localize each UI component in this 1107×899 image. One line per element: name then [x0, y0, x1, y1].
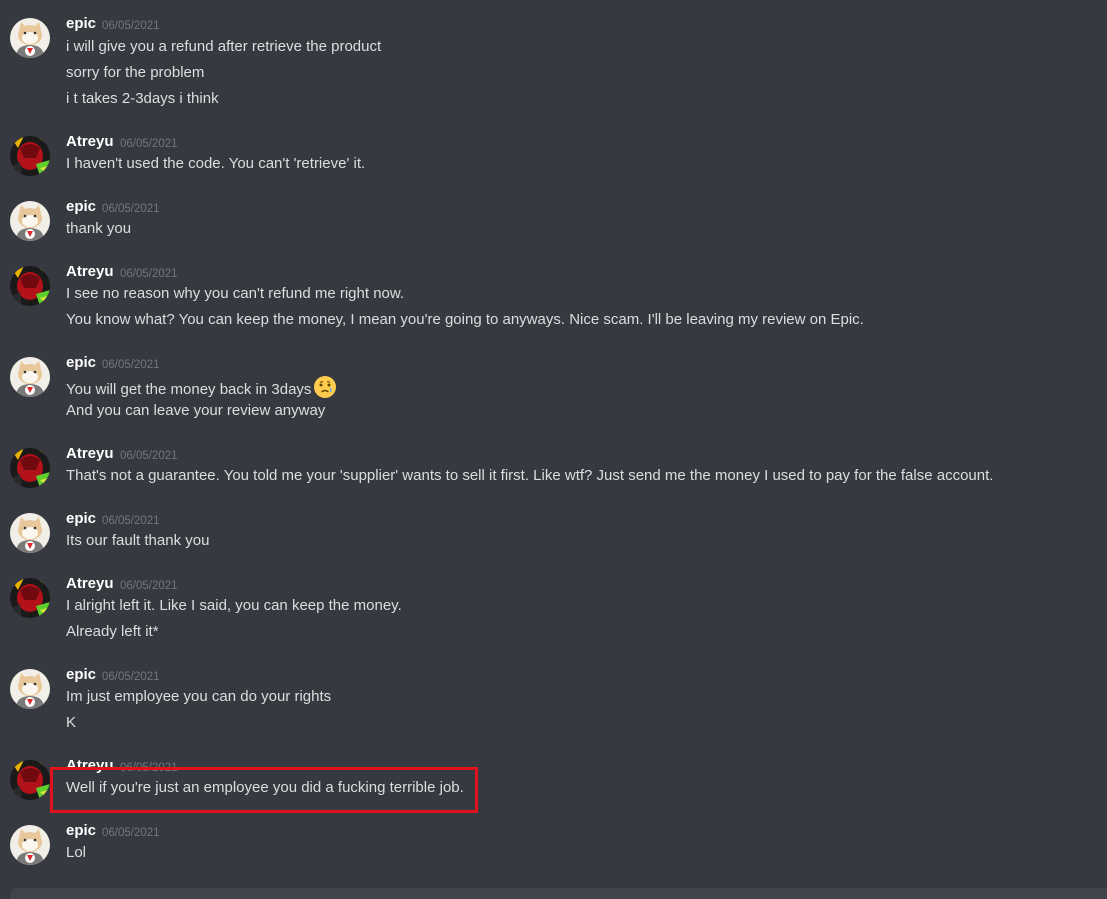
message-text: I alright left it. Like I said, you can …	[66, 597, 402, 614]
message-text: I haven't used the code. You can't 'retr…	[66, 155, 366, 172]
username[interactable]: Atreyu	[66, 444, 114, 464]
message-text: K	[66, 714, 77, 731]
message-timestamp: 06/05/2021	[102, 203, 160, 215]
epic-avatar-icon[interactable]	[10, 357, 50, 397]
message-text-content: You will get the money back in 3days	[66, 381, 312, 398]
message-text: sorry for the problem	[66, 64, 205, 81]
epic-avatar-icon[interactable]	[10, 513, 50, 553]
username[interactable]: Atreyu	[66, 132, 114, 152]
message-timestamp: 06/05/2021	[102, 359, 160, 371]
username[interactable]: epic	[66, 197, 96, 217]
message-text: Im just employee you can do your rights	[66, 688, 332, 705]
atreyu-avatar-icon[interactable]	[10, 578, 50, 618]
username[interactable]: epic	[66, 665, 96, 685]
message-timestamp: 06/05/2021	[102, 515, 160, 527]
username[interactable]: epic	[66, 14, 96, 34]
epic-avatar-icon[interactable]	[10, 669, 50, 709]
atreyu-avatar-icon[interactable]	[10, 760, 50, 800]
highlight-annotation-box	[50, 767, 478, 813]
message-text: thank you	[66, 220, 132, 237]
message-text: Already left it*	[66, 623, 159, 640]
message-text: i t takes 2-3days i think	[66, 90, 219, 107]
message-input-bar[interactable]	[10, 888, 1107, 899]
message-timestamp: 06/05/2021	[102, 671, 160, 683]
epic-avatar-icon[interactable]	[10, 825, 50, 865]
message-timestamp: 06/05/2021	[120, 450, 178, 462]
username[interactable]: Atreyu	[66, 262, 114, 282]
epic-avatar-icon[interactable]	[10, 18, 50, 58]
username[interactable]: epic	[66, 509, 96, 529]
message-text: Lol	[66, 844, 87, 861]
atreyu-avatar-icon[interactable]	[10, 448, 50, 488]
message-text: You know what? You can keep the money, I…	[66, 311, 864, 328]
atreyu-avatar-icon[interactable]	[10, 266, 50, 306]
message-text: That's not a guarantee. You told me your…	[66, 467, 994, 484]
message-timestamp: 06/05/2021	[102, 827, 160, 839]
message-text: And you can leave your review anyway	[66, 402, 326, 419]
message-timestamp: 06/05/2021	[102, 20, 160, 32]
atreyu-avatar-icon[interactable]	[10, 136, 50, 176]
message-text: I see no reason why you can't refund me …	[66, 285, 405, 302]
username[interactable]: epic	[66, 821, 96, 841]
username[interactable]: epic	[66, 353, 96, 373]
message-timestamp: 06/05/2021	[120, 580, 178, 592]
message-text: Its our fault thank you	[66, 532, 210, 549]
message-timestamp: 06/05/2021	[120, 138, 178, 150]
message-timestamp: 06/05/2021	[120, 268, 178, 280]
epic-avatar-icon[interactable]	[10, 201, 50, 241]
chat-message-list: epic 06/05/2021 i will give you a refund…	[0, 0, 1107, 899]
message-text: i will give you a refund after retrieve …	[66, 38, 382, 55]
username[interactable]: Atreyu	[66, 574, 114, 594]
